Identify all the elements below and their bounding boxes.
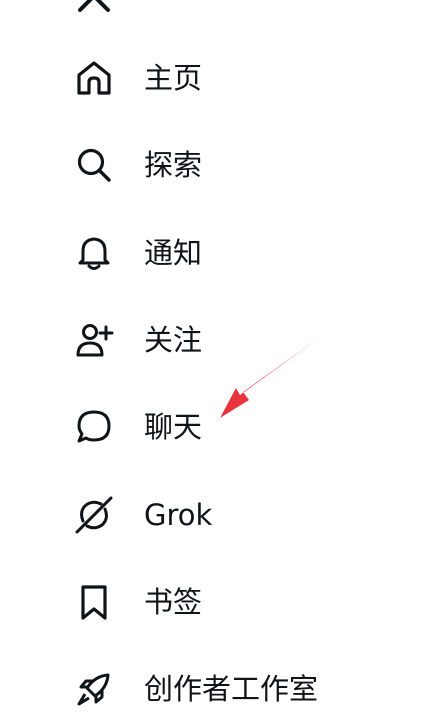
sidebar-item-grok[interactable]: Grok <box>60 483 360 547</box>
sidebar-item-label: 探索 <box>144 147 203 182</box>
sidebar-item-explore[interactable]: 探索 <box>60 133 360 197</box>
person-add-icon <box>74 320 114 360</box>
sidebar-item-home[interactable]: 主页 <box>60 46 360 110</box>
sidebar-item-label: 聊天 <box>144 409 203 444</box>
rocket-icon <box>74 669 114 709</box>
sidebar-item-label: Grok <box>144 497 213 532</box>
sidebar-item-label: 关注 <box>144 322 203 357</box>
search-icon <box>74 145 114 185</box>
sidebar-item-chat[interactable]: 聊天 <box>60 395 360 459</box>
x-logo-icon[interactable] <box>74 0 114 16</box>
sidebar-item-label: 书签 <box>144 584 203 619</box>
chat-bubble-icon <box>74 407 114 447</box>
sidebar-item-label: 创作者工作室 <box>144 671 319 706</box>
grok-icon <box>74 495 114 535</box>
home-icon <box>74 58 114 98</box>
sidebar-item-label: 通知 <box>144 235 203 270</box>
bell-icon <box>74 233 114 273</box>
sidebar-item-creator-studio[interactable]: 创作者工作室 <box>60 657 360 721</box>
bookmark-icon <box>74 582 114 622</box>
sidebar-item-follow[interactable]: 关注 <box>60 308 360 372</box>
sidebar-item-label: 主页 <box>144 60 203 95</box>
sidebar-item-bookmarks[interactable]: 书签 <box>60 570 360 634</box>
sidebar-nav: 主页 探索 通知 关注 聊天 Grok 书签 创作者工作室 <box>0 0 438 726</box>
sidebar-item-notifications[interactable]: 通知 <box>60 221 360 285</box>
